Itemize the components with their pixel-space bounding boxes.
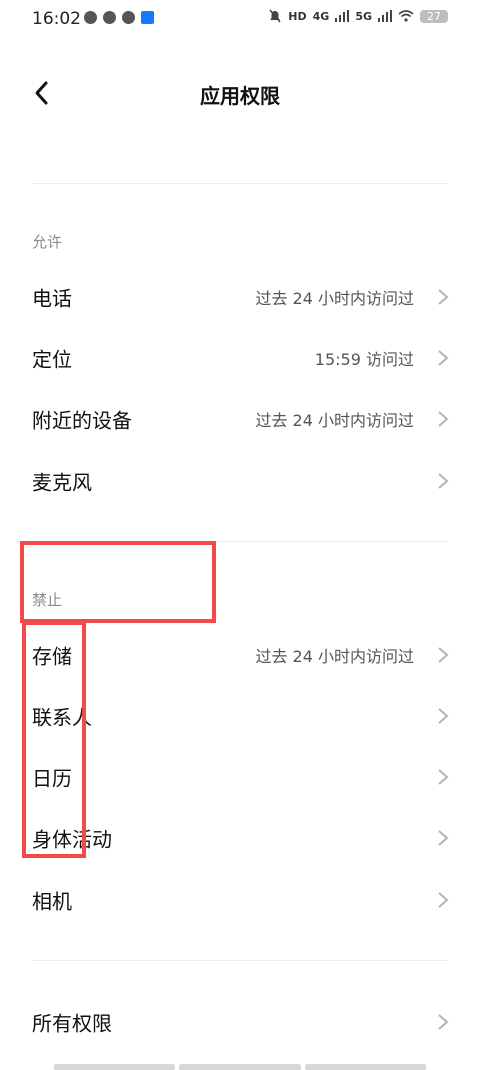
network-5g-indicator: 5G — [355, 9, 372, 23]
zhihu-notification-icon — [141, 11, 154, 24]
strip-segment — [179, 1064, 301, 1070]
permission-row-microphone[interactable]: 麦克风 — [0, 451, 480, 511]
chevron-right-icon — [438, 473, 449, 489]
permission-row-location[interactable]: 定位 15:59 访问过 — [0, 328, 480, 388]
wifi-icon — [398, 10, 414, 22]
app-notification-icon — [84, 11, 97, 24]
permission-access-status: 过去 24 小时内访问过 — [255, 289, 414, 308]
permission-label: 麦克风 — [32, 470, 92, 495]
chevron-right-icon — [438, 289, 449, 305]
permission-label: 电话 — [32, 286, 72, 311]
signal-icon — [335, 10, 350, 22]
permission-label: 附近的设备 — [32, 408, 132, 433]
chevron-right-icon — [438, 769, 449, 785]
chevron-right-icon — [438, 892, 449, 908]
permission-row-nearby-devices[interactable]: 附近的设备 过去 24 小时内访问过 — [0, 389, 480, 449]
section-label-allowed: 允许 — [32, 233, 63, 251]
status-bar: 16:02 HD 4G 5G 27 — [0, 0, 480, 40]
permission-label: 相机 — [32, 889, 72, 914]
page-title: 应用权限 — [200, 84, 280, 108]
strip-segment — [54, 1064, 176, 1070]
divider-top — [32, 183, 448, 184]
chevron-right-icon — [438, 1014, 449, 1030]
hd-indicator: HD — [288, 9, 307, 23]
system-icons: HD 4G 5G 27 — [268, 9, 448, 23]
permission-access-status: 过去 24 小时内访问过 — [255, 411, 414, 430]
all-permissions-row[interactable]: 所有权限 — [0, 992, 480, 1052]
chevron-right-icon — [438, 350, 449, 366]
network-4g-indicator: 4G — [312, 9, 330, 23]
permission-label: 定位 — [32, 347, 72, 372]
all-permissions-label: 所有权限 — [32, 1011, 112, 1036]
bottom-cutoff-strip — [0, 1064, 480, 1070]
signal-icon-2 — [378, 10, 392, 22]
chevron-right-icon — [438, 411, 449, 427]
mute-icon — [269, 9, 281, 23]
chevron-right-icon — [438, 647, 449, 663]
chevron-right-icon — [438, 708, 449, 724]
divider-bottom — [32, 960, 448, 961]
permission-access-status: 过去 24 小时内访问过 — [255, 647, 414, 666]
permission-access-status: 15:59 访问过 — [314, 350, 414, 369]
permission-row-camera[interactable]: 相机 — [0, 870, 480, 930]
strip-segment — [304, 1064, 426, 1070]
annotation-box-denied-items — [22, 621, 86, 858]
location-notification-icon — [122, 11, 135, 24]
chat-notification-icon — [103, 11, 116, 24]
permission-row-phone[interactable]: 电话 过去 24 小时内访问过 — [0, 267, 480, 327]
annotation-box-denied-label — [20, 541, 216, 623]
status-time: 16:02 — [32, 9, 81, 29]
battery-level: 27 — [420, 9, 448, 23]
notification-icons — [84, 11, 154, 24]
chevron-right-icon — [438, 830, 449, 846]
